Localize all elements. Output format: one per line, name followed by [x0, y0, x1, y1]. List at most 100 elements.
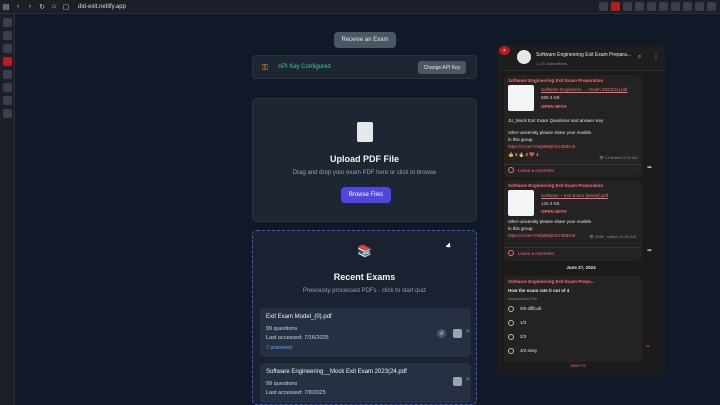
poll-question: How the exam rate it out of 4: [508, 288, 570, 293]
upload-dropzone[interactable]: Upload PDF File Drag and drop your exam …: [252, 98, 477, 222]
sidebar-toggle-icon[interactable]: ▤: [0, 1, 12, 13]
subscriber-count: 1.2 K subscribers: [536, 61, 567, 66]
extension-icon[interactable]: [695, 2, 704, 11]
channel-avatar: [517, 50, 531, 64]
poll-option-label: 2/3: [520, 334, 527, 340]
leave-comment-button[interactable]: Leave a comment ›: [504, 247, 642, 259]
post-link[interactable]: https://t.me/+FMj4BWjhzU3MDAII: [508, 233, 575, 238]
upload-subtitle: Drag and drop your exam PDF here or clic…: [292, 170, 437, 176]
leave-comment-button[interactable]: Leave a comment ›: [504, 164, 642, 176]
home-icon[interactable]: ⌂: [48, 1, 60, 13]
file-size: 689.3 KB: [541, 95, 560, 100]
export-icon[interactable]: [453, 377, 462, 386]
extension-icon[interactable]: [611, 2, 620, 11]
sidebar-app-icon[interactable]: [3, 70, 12, 79]
recent-title: Recent Exams: [333, 272, 396, 282]
receive-exam-button[interactable]: Receive an Exam: [334, 32, 396, 48]
recent-exams-panel: 📚 Recent Exams Previously processed PDFs…: [252, 230, 477, 405]
comment-icon: [508, 167, 514, 173]
key-icon: ⚿: [262, 63, 269, 72]
browser-sidebar: [0, 14, 15, 405]
radio-icon: [508, 348, 514, 354]
poll-option[interactable]: 0/5 difficult: [508, 306, 541, 312]
add-icon[interactable]: [3, 109, 12, 118]
forward-icon[interactable]: ›: [24, 1, 36, 13]
exam-item[interactable]: Software Engineering__Mock Exit Exam 202…: [260, 363, 471, 403]
delete-icon[interactable]: ×: [466, 377, 470, 383]
file-thumbnail[interactable]: [508, 190, 534, 216]
exam-item[interactable]: Exit Exam Model_(0).pdf 99 questions Las…: [260, 308, 471, 357]
sidebar-app-icon[interactable]: [3, 44, 12, 53]
share-icon[interactable]: ➦: [647, 247, 652, 254]
reset-icon[interactable]: ↺: [437, 329, 446, 338]
open-with-button[interactable]: OPEN WITH: [541, 209, 567, 214]
edited-time: edited 10:25 AM: [607, 234, 636, 239]
exam-last-accessed: Last accessed: 7/16/2025: [266, 335, 329, 341]
sidebar-app-icon[interactable]: [3, 31, 12, 40]
poll-option[interactable]: 2/3: [508, 334, 526, 340]
extension-icon[interactable]: [623, 2, 632, 11]
post-channel-name: Software Engineering Exit Exam Preparati…: [508, 183, 604, 188]
view-count: 👁 4689: [589, 234, 605, 239]
exam-questions: 99 questions: [266, 381, 298, 387]
poll-option[interactable]: 3/3 easy: [508, 348, 537, 354]
comment-label: Leave a comment: [518, 168, 554, 173]
radio-icon: [508, 306, 514, 312]
address-bar[interactable]: did-exit.netlify.app: [78, 4, 126, 10]
export-icon[interactable]: [453, 329, 462, 338]
bookmark-icon[interactable]: ▢: [60, 1, 72, 13]
exam-answered: 7 answered: [266, 345, 292, 351]
close-icon[interactable]: ×: [499, 46, 510, 55]
sidebar-app-icon[interactable]: [3, 18, 12, 27]
sidebar-app-icon[interactable]: [3, 57, 12, 66]
browse-files-button[interactable]: Browse Files: [341, 187, 391, 203]
extension-icon[interactable]: [683, 2, 692, 11]
api-status: API Key Configured: [278, 64, 331, 70]
radio-icon: [508, 334, 514, 340]
sidebar-app-icon[interactable]: [3, 83, 12, 92]
chevron-right-icon: ›: [636, 167, 639, 172]
more-icon[interactable]: ⋮: [653, 54, 659, 61]
delete-icon[interactable]: ×: [466, 329, 470, 335]
exam-last-accessed: Last accessed: 7/9/2025: [266, 390, 326, 396]
upload-title: Upload PDF File: [329, 154, 399, 164]
post-text: JU_Mock Exit Exam Questions and answer K…: [508, 118, 604, 123]
file-size: 126.3 KB: [541, 201, 560, 206]
poll-footer: 2860775: [570, 363, 586, 368]
reactions[interactable]: 👍 3 🔥 2 ❤️ 1: [508, 152, 539, 158]
post-text: other university please share your model…: [508, 219, 592, 224]
poll-option-label: 0/5 difficult: [520, 306, 542, 312]
extension-icon[interactable]: [659, 2, 668, 11]
file-thumbnail[interactable]: [508, 85, 534, 111]
file-name[interactable]: Software Engineerin... - Exam 2023(24).p…: [541, 87, 628, 92]
post-link[interactable]: https://t.me/+FMj4BWjhzU3MDAII: [508, 144, 575, 149]
open-with-button[interactable]: OPEN WITH: [541, 104, 567, 109]
reload-icon[interactable]: ↻: [36, 1, 48, 13]
extension-icon[interactable]: [599, 2, 608, 11]
extension-icon[interactable]: [707, 2, 716, 11]
channel-post: Software Engineering Exit Exam Preparati…: [504, 75, 642, 177]
poll-option[interactable]: 1/3: [508, 320, 526, 326]
date-separator: June 27, 2024: [566, 265, 596, 270]
poll-option-label: 1/3: [520, 320, 527, 326]
search-icon[interactable]: ⌕: [638, 54, 641, 61]
poll-option-label: 3/3 easy: [520, 348, 538, 354]
extension-icon[interactable]: [635, 2, 644, 11]
channel-header[interactable]: × Software Engineering Exit Exam Prepara…: [497, 45, 665, 71]
exam-name: Software Engineering__Mock Exit Exam 202…: [266, 369, 407, 375]
post-channel-name: Software Engineering Exit Exam Preparati…: [508, 78, 604, 83]
extension-icon[interactable]: [647, 2, 656, 11]
edited-time: edited 9:50 AM: [611, 155, 638, 160]
recent-subtitle: Previously processed PDFs - click to sta…: [302, 288, 427, 294]
back-icon[interactable]: ‹: [12, 1, 24, 13]
view-count: 👁 474: [599, 155, 612, 160]
sidebar-app-icon[interactable]: [3, 96, 12, 105]
scroll-down-icon[interactable]: ⌄: [645, 341, 651, 349]
share-icon[interactable]: ➦: [647, 164, 652, 171]
file-name[interactable]: Software ~ Exit Exam (Model).pdf: [541, 193, 608, 198]
change-api-key-button[interactable]: Change API Key: [418, 61, 466, 74]
extension-icon[interactable]: [671, 2, 680, 11]
post-text: other university please share your model…: [508, 130, 592, 135]
comment-label: Leave a comment: [518, 251, 554, 256]
telegram-panel: × Software Engineering Exit Exam Prepara…: [497, 45, 665, 375]
